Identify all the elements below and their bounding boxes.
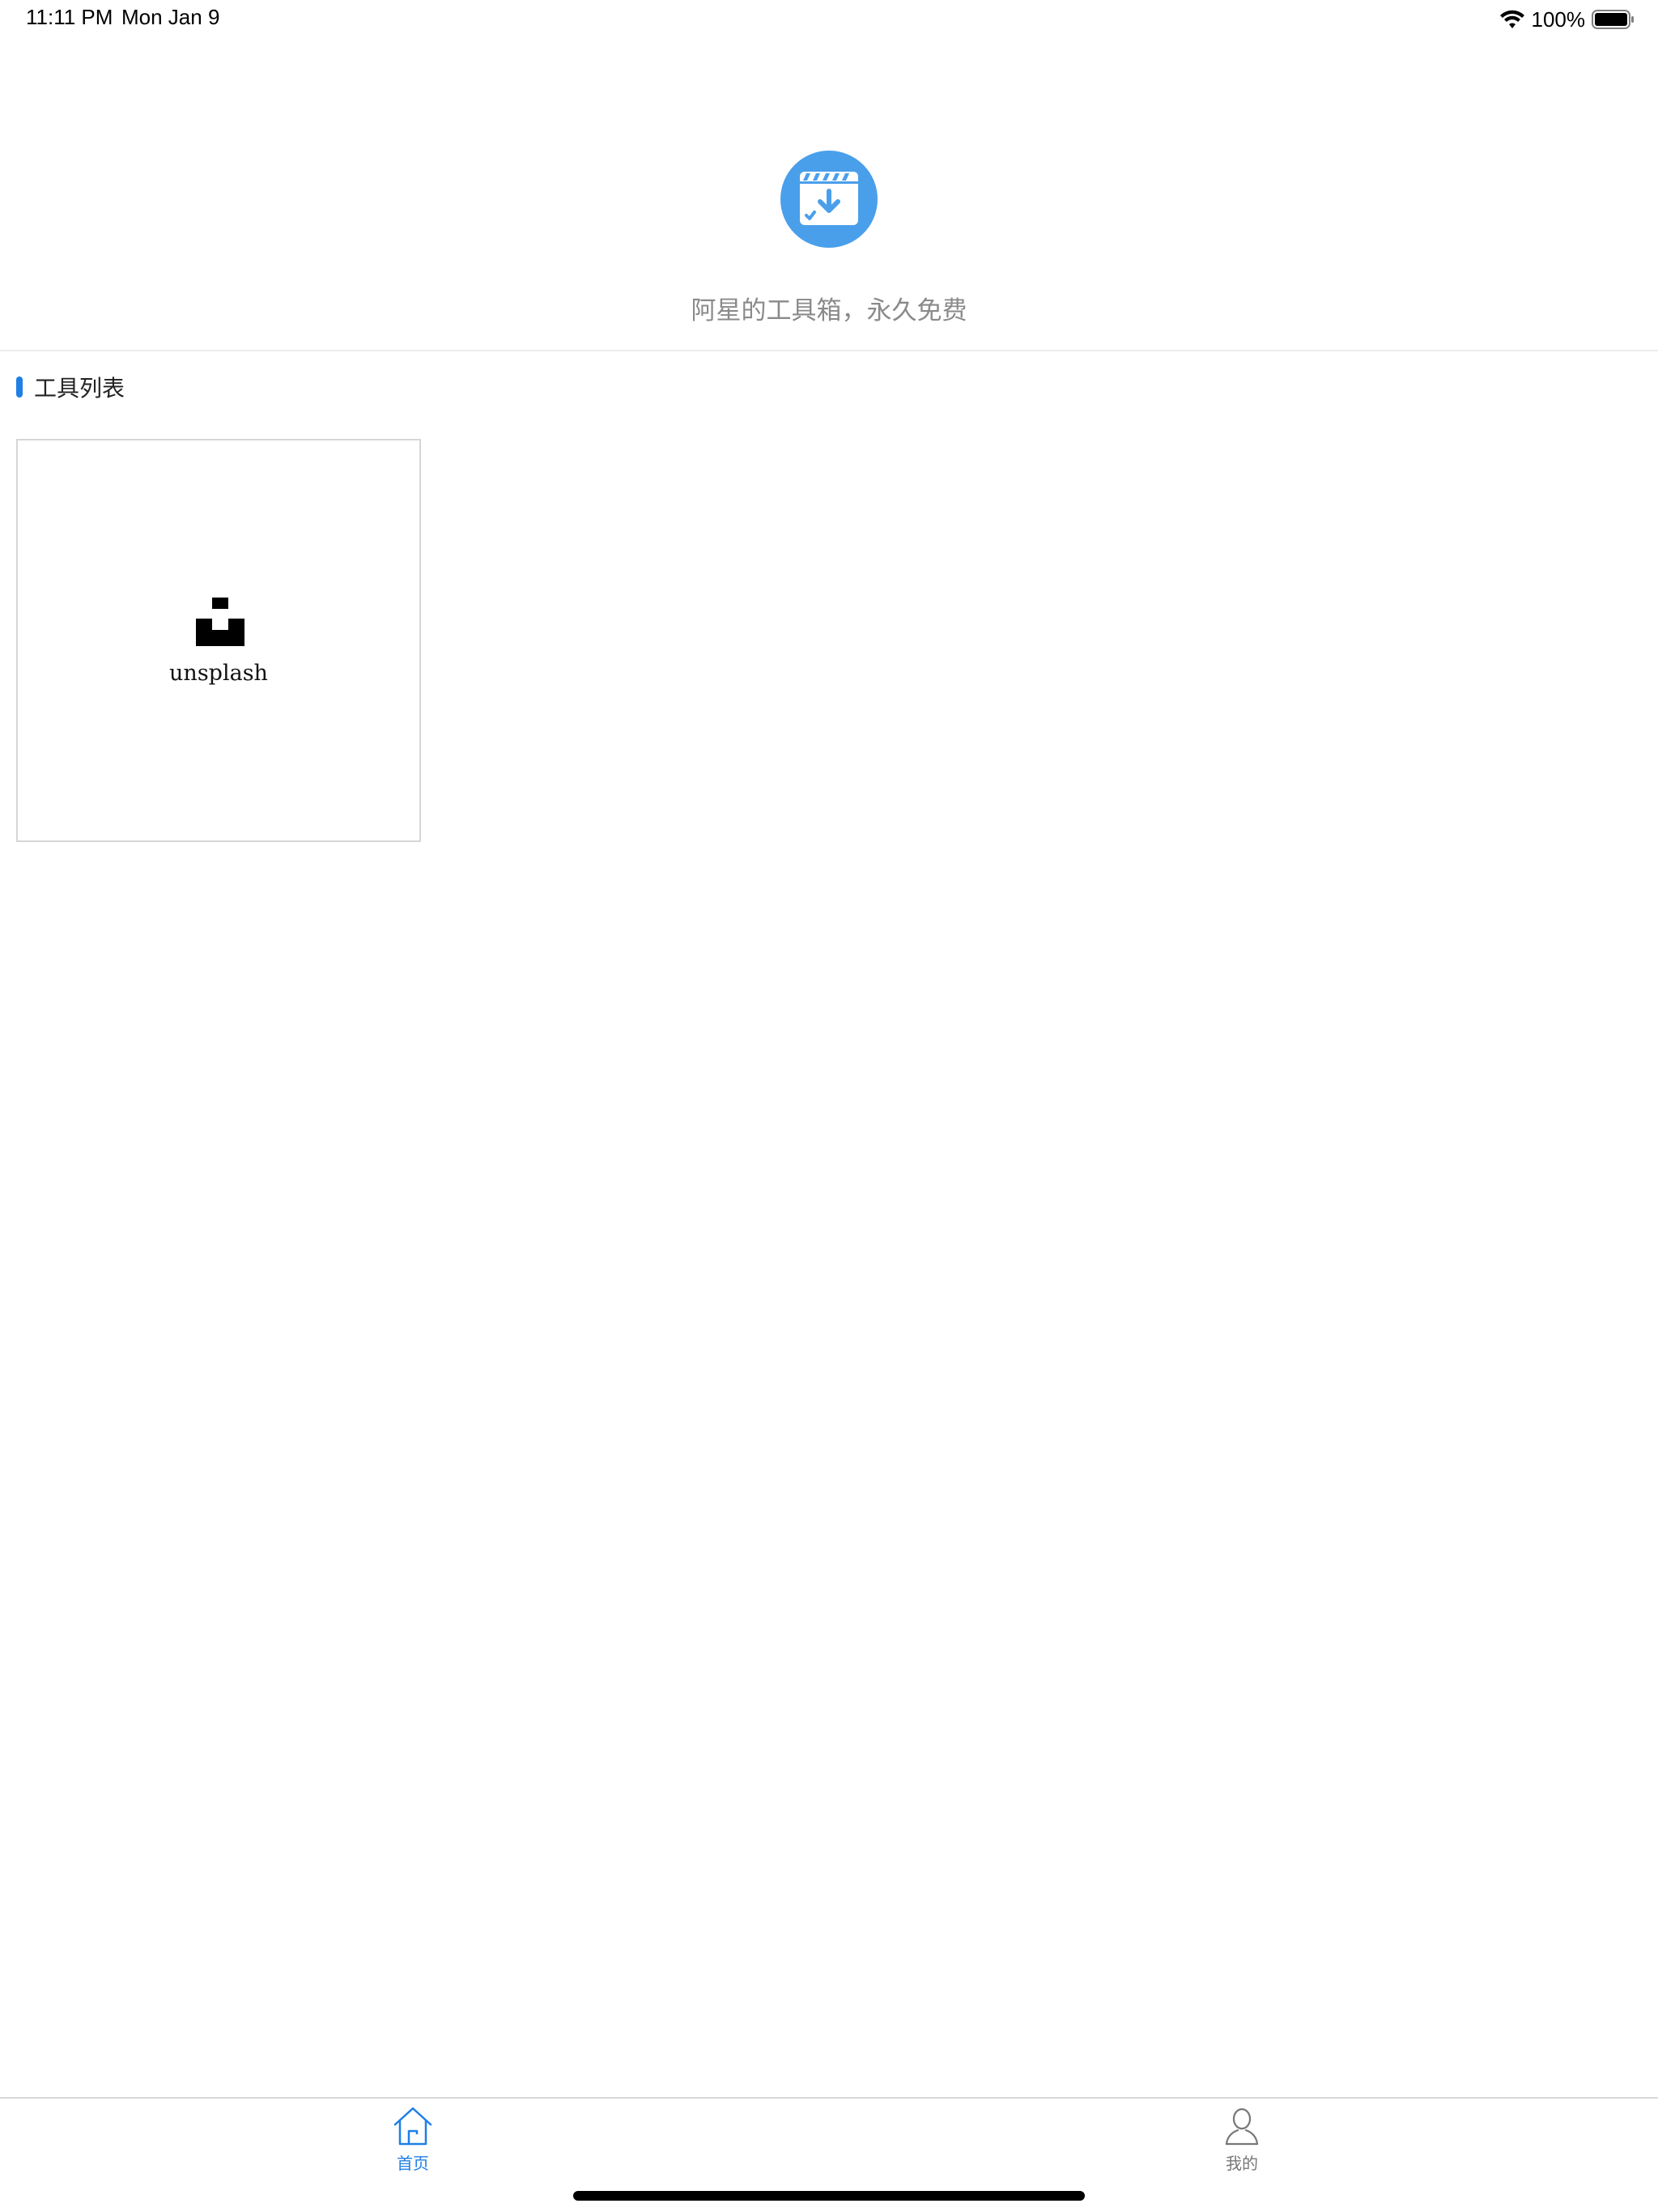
status-time: 11:11 PM [26, 5, 113, 29]
tools-section-header: 工具列表 [16, 371, 125, 403]
tab-mine-label: 我的 [1226, 2154, 1258, 2173]
video-download-icon [780, 151, 878, 248]
status-date: Mon Jan 9 [121, 5, 220, 29]
app-slogan: 阿星的工具箱，永久免费 [691, 296, 967, 325]
unsplash-icon [196, 598, 244, 646]
section-accent-bar [16, 376, 23, 398]
tab-home[interactable]: 首页 [364, 2105, 461, 2178]
app-screen: 11:11 PM Mon Jan 9 100% 阿星的工具箱，永久免费 工具列表… [0, 0, 1658, 2212]
battery-icon [1592, 10, 1634, 29]
tool-label: unsplash [169, 661, 268, 686]
tool-card-unsplash[interactable]: unsplash [16, 439, 421, 842]
status-bar: 11:11 PM Mon Jan 9 100% [0, 0, 1658, 39]
home-indicator[interactable] [573, 2191, 1085, 2201]
home-icon [393, 2107, 432, 2146]
battery-percentage: 100% [1531, 6, 1586, 32]
status-indicators: 100% [1499, 5, 1636, 34]
header: 阿星的工具箱，永久免费 [0, 39, 1658, 351]
wifi-icon [1499, 10, 1524, 28]
tab-mine[interactable]: 我的 [1193, 2105, 1290, 2178]
user-icon [1225, 2108, 1259, 2146]
section-title: 工具列表 [34, 375, 125, 402]
tab-home-label: 首页 [397, 2154, 429, 2173]
